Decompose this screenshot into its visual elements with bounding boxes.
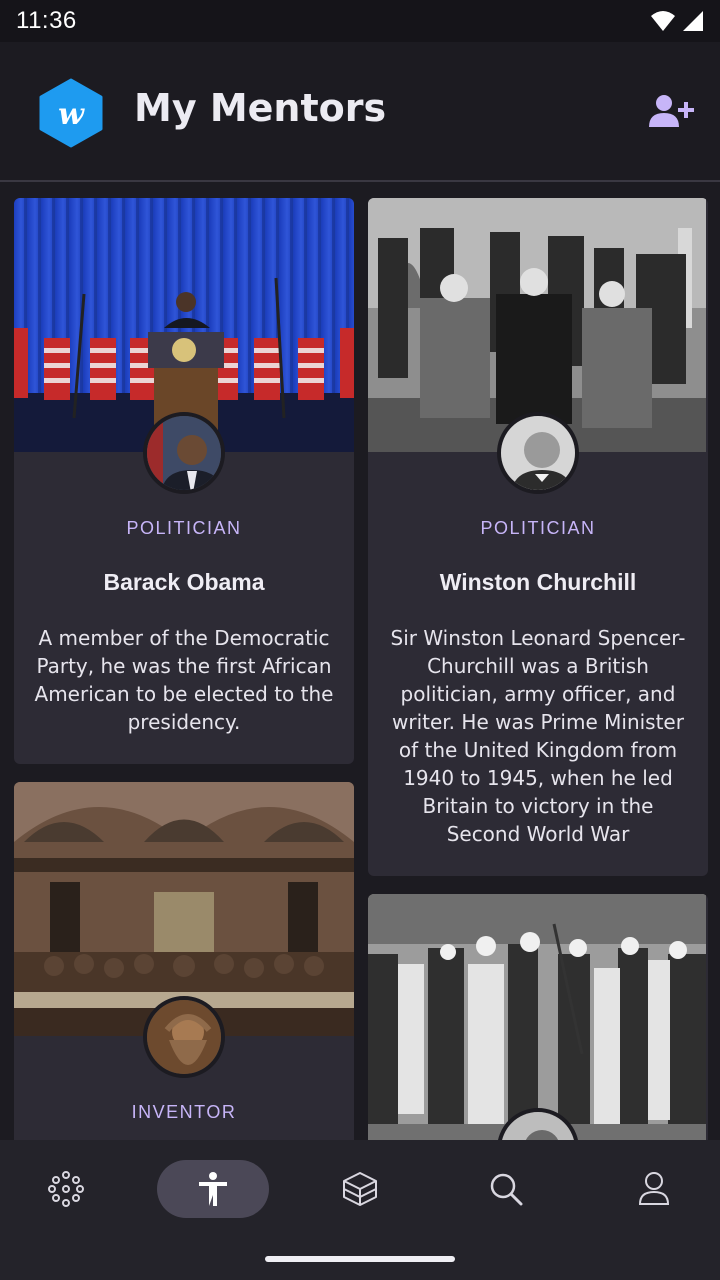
svg-text:w: w: [58, 97, 85, 132]
status-bar: 11:36: [0, 0, 720, 42]
nav-mentors[interactable]: [157, 1160, 269, 1218]
cell-signal-icon: [683, 11, 703, 31]
mentor-column-left: POLITICIAN Barack Obama A member of the …: [14, 198, 354, 1140]
mentor-category: POLITICIAN: [480, 518, 596, 538]
add-user-icon: [649, 95, 694, 127]
app-screen: 11:36 w My Mentors POLITICIAN Barack Oba…: [0, 0, 720, 1280]
box-icon: [343, 1172, 377, 1206]
add-mentor-button[interactable]: [648, 94, 694, 130]
nav-search[interactable]: [450, 1160, 562, 1218]
mentor-cover-image: [368, 894, 708, 1140]
nav-profile[interactable]: [598, 1160, 710, 1218]
mentor-avatar: [143, 412, 225, 494]
mentor-category: POLITICIAN: [126, 518, 242, 538]
mentor-avatar: [497, 412, 579, 494]
mentor-description: A member of the Democratic Party, he was…: [34, 626, 334, 734]
page-title: My Mentors: [134, 86, 387, 130]
mentor-card-body: POLITICIAN Barack Obama A member of the …: [14, 452, 354, 764]
home-indicator[interactable]: [265, 1256, 455, 1262]
person-accessibility-icon: [199, 1172, 227, 1206]
status-icons: [650, 10, 704, 32]
mentor-name: Barack Obama: [103, 569, 265, 595]
mentor-card[interactable]: INVENTOR: [14, 782, 354, 1140]
app-logo-icon: w: [39, 78, 103, 148]
status-time: 11:36: [16, 7, 77, 34]
mentor-category: INVENTOR: [131, 1102, 237, 1122]
nav-community[interactable]: [10, 1160, 122, 1218]
app-bar: w My Mentors: [0, 42, 720, 182]
mentor-name: Winston Churchill: [439, 569, 637, 595]
mentor-description: Sir Winston Leonard Spencer-Churchill wa…: [390, 626, 686, 846]
nav-resources[interactable]: [304, 1160, 416, 1218]
mentor-card-body: POLITICIAN Winston Churchill Sir Winston…: [368, 452, 708, 876]
mentor-card[interactable]: [368, 894, 708, 1140]
mentor-avatar: [143, 996, 225, 1078]
wifi-icon: [651, 11, 675, 31]
mentor-card[interactable]: POLITICIAN Winston Churchill Sir Winston…: [368, 198, 708, 876]
profile-icon: [638, 1172, 670, 1205]
mentor-grid[interactable]: POLITICIAN Barack Obama A member of the …: [0, 184, 720, 1140]
mentor-card[interactable]: POLITICIAN Barack Obama A member of the …: [14, 198, 354, 764]
mentor-column-right: POLITICIAN Winston Churchill Sir Winston…: [368, 198, 708, 1140]
search-icon: [490, 1173, 523, 1206]
network-dots-icon: [48, 1171, 84, 1207]
